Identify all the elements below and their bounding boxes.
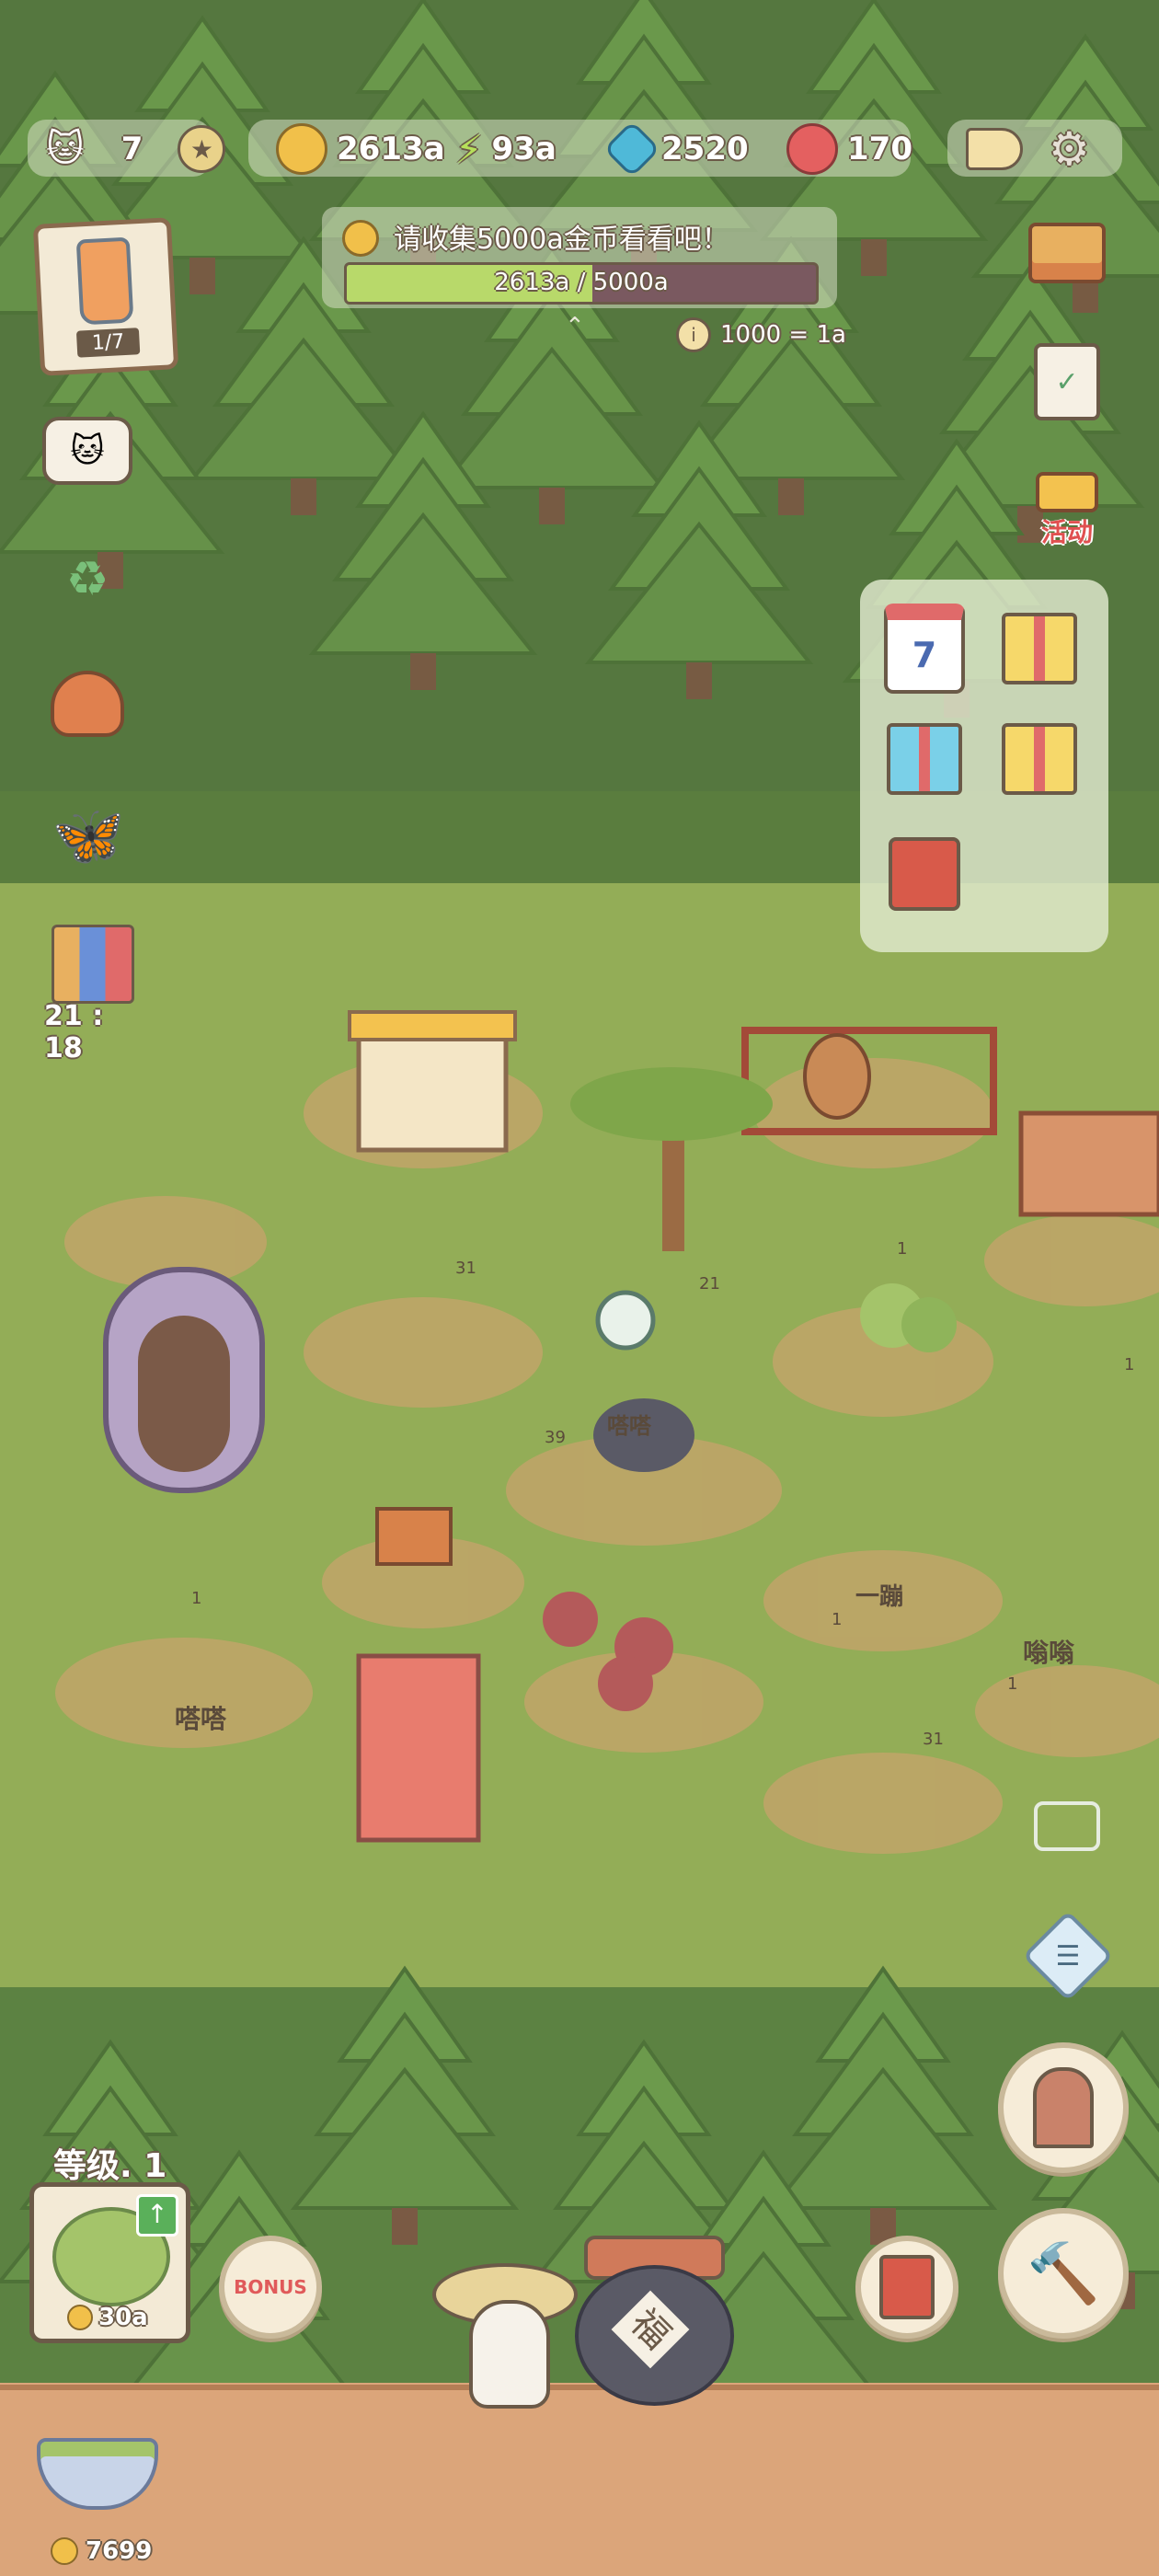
cat-chat-icon: 🐱 [42, 417, 132, 485]
megaphone-icon [966, 128, 1023, 170]
gift-icon [1002, 613, 1077, 684]
puzzle-timer[interactable]: 21 : 18 [44, 925, 136, 1064]
food-bag-icon [51, 671, 124, 737]
calendar-icon: 7 [884, 604, 965, 694]
recycle-icon: ♻ [65, 552, 109, 607]
bottle-collection[interactable]: 1/7 [32, 217, 179, 376]
build-hammer-button[interactable]: 🔨 [998, 2208, 1129, 2339]
gear-icon: ⚙ [1049, 122, 1090, 176]
bowl-icon [37, 2438, 158, 2510]
settings-button[interactable]: ⚙ [1049, 122, 1090, 176]
speech-bubble: 一蹦 [855, 1583, 904, 1611]
plot-sign: 1 [897, 1239, 908, 1259]
checklist-icon: ✓ [1034, 343, 1100, 420]
gift-button-2[interactable] [883, 718, 966, 800]
level-label: 等级. 1 [53, 2147, 167, 2185]
event-button[interactable]: 活动 [1021, 469, 1113, 552]
coin-counter[interactable]: 2613a [276, 123, 445, 175]
cat-chat-button[interactable]: 🐱 [41, 414, 133, 488]
gift-icon [887, 723, 962, 795]
camera-icon [1034, 1801, 1100, 1851]
event-popup: 7 [860, 580, 1108, 952]
shop-chest-button[interactable] [1021, 212, 1113, 294]
quest-text: 请收集5000a金币看看吧！ [394, 224, 729, 256]
hammer-icon: 🔨 [1027, 2239, 1100, 2308]
butterfly-button[interactable]: 🦋 [44, 791, 132, 880]
bonus-label: BONUS [234, 2276, 307, 2298]
plot-sign: 1 [1007, 1674, 1018, 1694]
upgrade-arrow-icon: ↑ [136, 2194, 178, 2237]
star-icon[interactable]: ★ [178, 125, 226, 173]
puzzle-icon [52, 925, 134, 1004]
coin-icon [342, 220, 379, 257]
door-icon [1033, 2067, 1094, 2148]
food-bag-button[interactable] [46, 662, 129, 745]
quest-progress-bar: 2613a / 5000a [344, 262, 819, 305]
mascot-dog[interactable] [432, 2263, 578, 2409]
coin-icon [276, 123, 327, 175]
menu-list-button[interactable]: ☰ [1022, 1910, 1114, 2002]
quest-panel[interactable]: 请收集5000a金币看看吧！ 2613a / 5000a [322, 207, 837, 308]
red-envelope-button[interactable] [883, 833, 966, 915]
upgrade-cost: 30a [67, 2304, 148, 2331]
bottom-coin-counter: 7699 [51, 2537, 152, 2565]
cat-icon: 🐱 [46, 128, 85, 170]
ticket-counter[interactable]: 170 [786, 123, 912, 175]
speech-bubble: 嗒嗒 [175, 1704, 227, 1734]
decorate-door-button[interactable] [998, 2042, 1129, 2173]
energy-counter[interactable]: ⚡ 93a [455, 123, 557, 175]
treasure-chest-icon [1028, 223, 1106, 283]
recipe-book-button[interactable] [855, 2236, 958, 2339]
gift-button-1[interactable] [998, 607, 1081, 690]
plot-sign: 31 [923, 1730, 944, 1749]
collapse-chevron-icon[interactable]: ⌃ [565, 313, 585, 340]
coin-icon [67, 2305, 93, 2330]
timer-text: 21 : 18 [44, 1000, 104, 1064]
gem-counter[interactable]: 2520 [602, 120, 749, 178]
food-bowl[interactable] [37, 2438, 158, 2512]
gem-icon [602, 120, 661, 178]
event-label: 活动 [1040, 517, 1093, 547]
announcement-button[interactable] [966, 123, 1023, 175]
calendar-signin-button[interactable]: 7 [883, 604, 966, 694]
lightning-icon: ⚡ [455, 126, 483, 172]
plot-sign: 21 [699, 1274, 720, 1294]
tasks-button[interactable]: ✓ [1030, 340, 1104, 423]
event-icon [1036, 472, 1098, 512]
gift-button-3[interactable] [998, 718, 1081, 800]
quest-progress-label: 2613a / 5000a [494, 269, 669, 296]
bottle-count: 1/7 [76, 327, 141, 358]
camera-button[interactable] [1030, 1794, 1104, 1858]
plot-sign: 1 [1124, 1355, 1135, 1374]
plot-sign: 39 [545, 1428, 566, 1447]
level-upgrade-card[interactable]: ↑ 30a [29, 2182, 190, 2343]
bottle-icon [75, 236, 134, 325]
plot-sign: 31 [455, 1259, 476, 1278]
speech-bubble: 嗡嗡 [1023, 1638, 1075, 1668]
cat-count[interactable]: 🐱 7 ★ [46, 123, 226, 175]
recycle-button[interactable]: ♻ [51, 543, 124, 616]
speech-bubble: 嗒嗒 [607, 1413, 651, 1439]
plot-sign: 1 [191, 1589, 202, 1608]
list-icon: ☰ [1022, 1910, 1114, 2002]
ticket-icon [786, 123, 838, 175]
gift-icon [1002, 723, 1077, 795]
plot-sign: 1 [832, 1610, 843, 1629]
coin-icon [51, 2537, 78, 2565]
red-envelope-icon [889, 837, 960, 911]
butterfly-icon: 🦋 [52, 801, 125, 870]
exchange-note: i 1000 = 1a [676, 317, 846, 352]
info-icon: i [676, 317, 711, 352]
fortune-jar[interactable]: 福 [575, 2236, 734, 2406]
recipe-book-icon [879, 2255, 935, 2319]
bonus-button[interactable]: BONUS [219, 2236, 322, 2339]
